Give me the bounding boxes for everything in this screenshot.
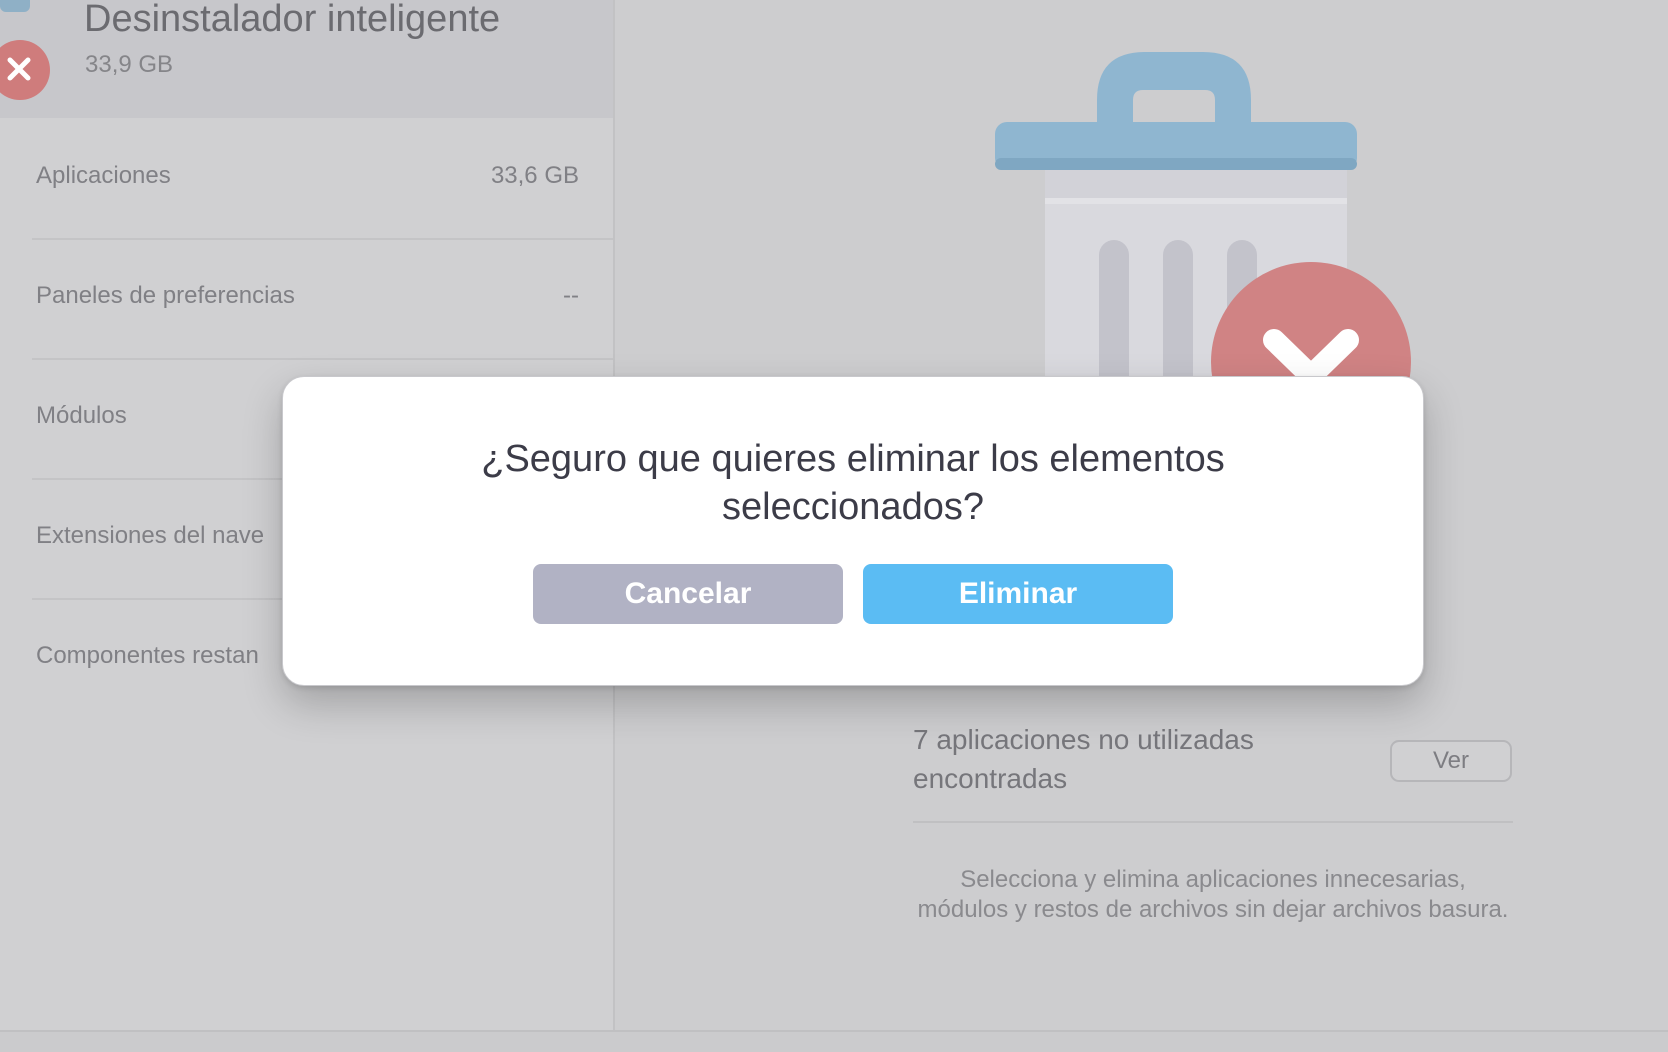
module-title: Desinstalador inteligente	[84, 0, 501, 40]
module-description: Selecciona y elimina aplicaciones innece…	[917, 866, 1509, 923]
sidebar-header-selected[interactable]: Desinstalador inteligente 33,9 GB	[0, 0, 613, 118]
category-size: 33,6 GB	[490, 162, 579, 189]
dialog-message: ¿Seguro que quieres eliminar los element…	[481, 438, 1225, 528]
confirm-delete-dialog: ¿Seguro que quieres eliminar los element…	[282, 376, 1424, 686]
category-size: --	[563, 282, 579, 309]
bottom-bar	[0, 1030, 1668, 1052]
uninstaller-x-icon	[0, 40, 50, 100]
view-button[interactable]: Ver	[1390, 740, 1512, 782]
category-label: Componentes restan	[36, 642, 259, 669]
divider	[913, 821, 1513, 823]
category-label: Extensiones del nave	[36, 522, 265, 549]
category-label: Módulos	[36, 402, 127, 429]
header-accent-stripe	[0, 0, 30, 12]
cancel-button[interactable]: Cancelar	[533, 564, 843, 624]
category-row-preference-panes[interactable]: Paneles de preferencias --	[32, 238, 613, 360]
module-size: 33,9 GB	[85, 51, 174, 78]
unused-apps-summary: 7 aplicaciones no utilizadas encontradas	[913, 724, 1254, 794]
delete-button[interactable]: Eliminar	[863, 564, 1173, 624]
category-label: Aplicaciones	[36, 162, 171, 189]
category-row-applications[interactable]: Aplicaciones 33,6 GB	[32, 118, 613, 240]
trash-can-illustration	[995, 52, 1411, 380]
category-label: Paneles de preferencias	[36, 282, 295, 309]
